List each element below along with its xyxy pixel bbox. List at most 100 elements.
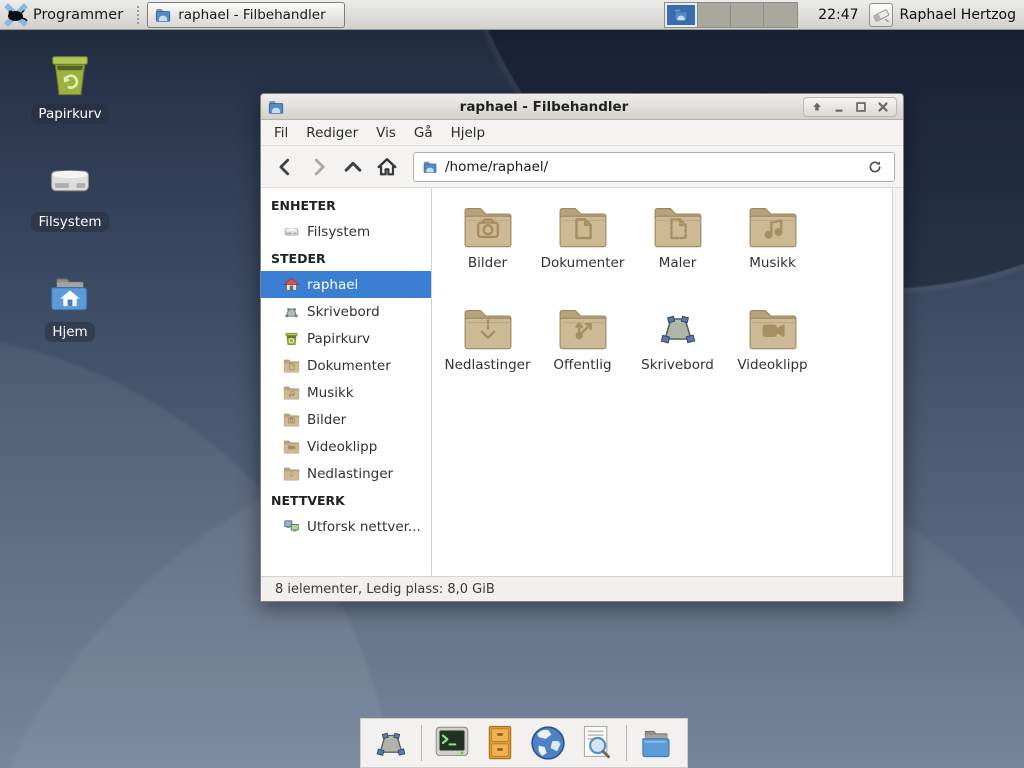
window-title: raphael - Filbehandler (285, 99, 803, 115)
file-item-skrivebord[interactable]: Skrivebord (630, 300, 725, 400)
menu-vis[interactable]: Vis (367, 122, 405, 144)
file-item-dokumenter[interactable]: Dokumenter (535, 198, 630, 298)
trash-small-icon (283, 330, 300, 347)
close-button[interactable] (873, 98, 893, 116)
window-controls (803, 97, 897, 117)
file-item-label: Dokumenter (541, 255, 625, 271)
file-item-offentlig[interactable]: Offentlig (535, 300, 630, 400)
status-text: 8 ielementer, Ledig plass: 8,0 GiB (275, 582, 495, 597)
up-button[interactable] (337, 152, 369, 182)
xfce-logo-icon (4, 3, 28, 27)
path-bar[interactable]: /home/raphael/ (413, 152, 895, 182)
dock-item-file-cabinet[interactable] (479, 722, 521, 764)
desktop-icon-label: Filsystem (31, 212, 108, 232)
menu-rediger[interactable]: Rediger (297, 122, 367, 144)
desktop-icon-hjem[interactable]: Hjem (22, 266, 118, 342)
sidebar-item-label: raphael (307, 277, 358, 293)
sidebar-item-bilder[interactable]: Bilder (261, 406, 431, 433)
file-item-label: Skrivebord (641, 357, 714, 373)
folder-open-large-icon (637, 723, 677, 763)
user-session-button[interactable] (869, 3, 893, 27)
sidebar-item-videoklipp[interactable]: Videoklipp (261, 433, 431, 460)
titlebar[interactable]: raphael - Filbehandler (261, 94, 903, 120)
menu-hjelp[interactable]: Hjelp (442, 122, 495, 144)
menu-gå[interactable]: Gå (405, 122, 442, 144)
path-folder-icon (422, 159, 438, 175)
dock-item-web-browser[interactable] (527, 722, 569, 764)
desktop-icon-label: Hjem (45, 322, 94, 342)
taskbar-window-label: raphael - Filbehandler (178, 7, 325, 23)
window-icon (267, 98, 285, 116)
sidebar-item-label: Musikk (307, 385, 354, 401)
sidebar-item-skrivebord[interactable]: Skrivebord (261, 298, 431, 325)
dock-item-file-manager[interactable] (636, 722, 678, 764)
sidebar-item-musikk[interactable]: Musikk (261, 379, 431, 406)
workspace-2[interactable] (698, 3, 731, 27)
workspace-4[interactable] (764, 3, 797, 27)
eraser-icon (871, 5, 891, 25)
folder-music-icon (746, 202, 800, 250)
home-button[interactable] (371, 152, 403, 182)
folder-share-icon (556, 304, 610, 352)
window-content: ENHETER Filsystem STEDER raphael Skriveb… (261, 188, 903, 576)
file-item-label: Musikk (749, 255, 796, 271)
dock-separator (421, 725, 422, 761)
minimize-button[interactable] (829, 98, 849, 116)
workspace-3[interactable] (731, 3, 764, 27)
file-item-musikk[interactable]: Musikk (725, 198, 820, 298)
dock-item-terminal[interactable] (431, 722, 473, 764)
sidebar-item-raphael[interactable]: raphael (261, 271, 431, 298)
shade-button[interactable] (807, 98, 827, 116)
file-item-label: Bilder (468, 255, 507, 271)
folder-template-icon (651, 202, 705, 250)
folder-document-icon (556, 202, 610, 250)
globe-icon (528, 723, 568, 763)
sidebar: ENHETER Filsystem STEDER raphael Skriveb… (261, 188, 432, 576)
menu-fil[interactable]: Fil (265, 122, 297, 144)
workspace-pager[interactable] (664, 2, 798, 28)
desktop-icon-filsystem[interactable]: Filsystem (22, 156, 118, 232)
maximize-button[interactable] (851, 98, 871, 116)
reload-button[interactable] (864, 156, 886, 178)
file-item-nedlastinger[interactable]: Nedlastinger (440, 300, 535, 400)
sidebar-item-label: Bilder (307, 412, 346, 428)
desktop-large-icon (371, 723, 411, 763)
cabinet-icon (480, 723, 520, 763)
sidebar-item-label: Skrivebord (307, 304, 380, 320)
path-text: /home/raphael/ (445, 159, 857, 175)
sidebar-item-papirkurv[interactable]: Papirkurv (261, 325, 431, 352)
drive-small-icon (283, 223, 300, 240)
sidebar-section-header: STEDER (261, 245, 431, 271)
home-small-icon (283, 276, 300, 293)
applications-menu-button[interactable]: Programmer (0, 0, 131, 30)
desktop-icon-label: Papirkurv (31, 104, 108, 124)
sidebar-section-header: NETTVERK (261, 487, 431, 513)
sidebar-item-utforsk-nettver-[interactable]: Utforsk nettver... (261, 513, 431, 540)
file-item-videoklipp[interactable]: Videoklipp (725, 300, 820, 400)
sidebar-item-dokumenter[interactable]: Dokumenter (261, 352, 431, 379)
sidebar-item-nedlastinger[interactable]: Nedlastinger (261, 460, 431, 487)
sidebar-item-label: Videoklipp (307, 439, 377, 455)
top-panel: Programmer raphael - Filbehandler 22:47 … (0, 0, 1024, 30)
desktop-icon-papirkurv[interactable]: Papirkurv (22, 48, 118, 124)
forward-button[interactable] (303, 152, 335, 182)
file-manager-window: raphael - Filbehandler FilRedigerVisGåHj… (260, 93, 904, 602)
folder-music-icon (283, 384, 300, 401)
user-name: Raphael Hertzog (900, 7, 1016, 23)
nav-buttons (269, 152, 403, 182)
workspace-1[interactable] (665, 3, 698, 27)
file-view[interactable]: Bilder Dokumenter Maler Musikk Nedlastin… (432, 188, 892, 576)
file-item-bilder[interactable]: Bilder (440, 198, 535, 298)
back-button[interactable] (269, 152, 301, 182)
home-folder-large-icon (44, 266, 96, 318)
file-item-maler[interactable]: Maler (630, 198, 725, 298)
sidebar-item-label: Nedlastinger (307, 466, 393, 482)
dock-item-application-finder[interactable] (575, 722, 617, 764)
vertical-scrollbar[interactable] (892, 188, 903, 576)
file-item-label: Nedlastinger (444, 357, 530, 373)
sidebar-item-filsystem[interactable]: Filsystem (261, 218, 431, 245)
taskbar-window-button[interactable]: raphael - Filbehandler (147, 2, 345, 28)
sidebar-item-label: Utforsk nettver... (307, 519, 421, 535)
dock-item-show-desktop[interactable] (370, 722, 412, 764)
window-folder-icon (154, 6, 172, 24)
